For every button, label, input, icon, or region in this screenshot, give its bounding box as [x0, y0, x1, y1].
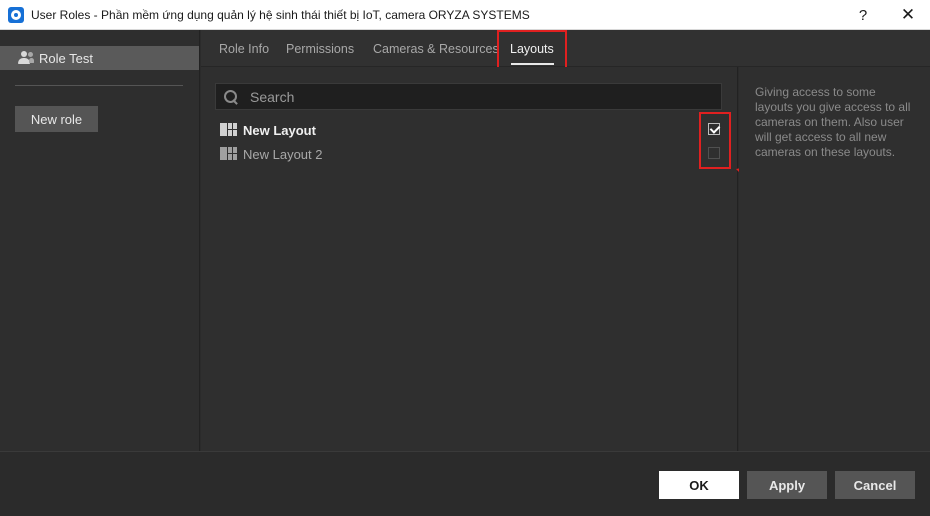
info-text: Giving access to some layouts you give a… [755, 85, 911, 159]
search-icon [224, 89, 238, 104]
users-icon [18, 51, 34, 65]
ok-button[interactable]: OK [659, 471, 739, 499]
layout-name: New Layout 2 [243, 146, 323, 162]
search-box [215, 83, 722, 110]
app-logo-icon [8, 6, 24, 23]
layout-name: New Layout [243, 122, 316, 138]
layout-grid-icon [220, 147, 237, 161]
help-button[interactable]: ? [841, 0, 885, 30]
search-input[interactable] [250, 88, 690, 105]
new-role-button[interactable]: New role [15, 106, 98, 132]
annotation-highlight-tab [497, 30, 567, 72]
tab-role-info[interactable]: Role Info [219, 30, 269, 67]
layout-item-new-layout-2[interactable]: New Layout 2 [220, 145, 323, 163]
sidebar-divider [15, 85, 183, 86]
role-item-role-test[interactable]: Role Test [0, 46, 199, 70]
cancel-button[interactable]: Cancel [835, 471, 915, 499]
apply-button[interactable]: Apply [747, 471, 827, 499]
tab-permissions[interactable]: Permissions [286, 30, 354, 67]
close-button[interactable]: ✕ [886, 0, 930, 30]
tab-cameras-resources[interactable]: Cameras & Resources [373, 30, 499, 67]
layout-grid-icon [220, 123, 237, 137]
roles-sidebar: Role Test New role [0, 30, 200, 451]
role-item-label: Role Test [39, 50, 93, 66]
window-title: User Roles - Phần mềm ứng dụng quản lý h… [31, 7, 530, 22]
title-bar: User Roles - Phần mềm ứng dụng quản lý h… [0, 0, 930, 30]
layout-item-new-layout[interactable]: New Layout [220, 121, 316, 139]
annotation-highlight-checkboxes [699, 112, 731, 169]
